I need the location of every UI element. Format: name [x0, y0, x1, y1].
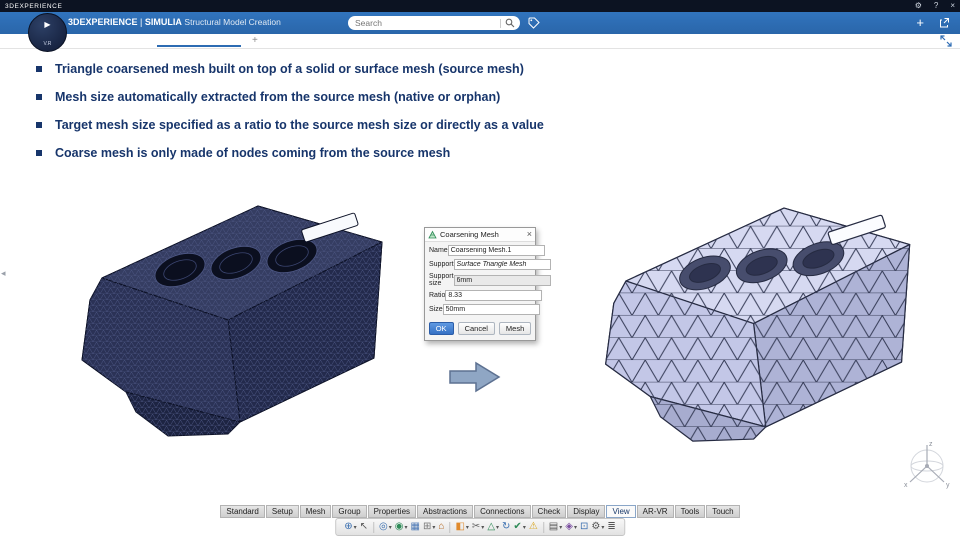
options-list-icon[interactable]: ≣ — [607, 520, 615, 534]
bullet-item: Triangle coarsened mesh built on top of … — [36, 62, 876, 76]
compass-widget[interactable]: ▶ V.R — [28, 13, 67, 52]
search-input[interactable] — [353, 17, 496, 29]
app-name: Structural Model Creation — [184, 17, 281, 27]
os-titlebar: 3DEXPERIENCE ⚙ ? × — [0, 0, 960, 12]
ribbon-tab-abstractions[interactable]: Abstractions — [417, 505, 474, 518]
materials-icon[interactable]: ◈ ▾ — [565, 520, 577, 534]
layers-icon[interactable]: ▤ ▾ — [549, 520, 562, 534]
field-label: Ratio — [429, 292, 446, 299]
dialog-field-support: Support — [429, 259, 551, 270]
zoom-tool-icon[interactable]: ⊕ ▾ — [344, 520, 356, 534]
bullet-item: Target mesh size specified as a ratio to… — [36, 118, 876, 132]
cancel-button[interactable]: Cancel — [457, 322, 495, 335]
ribbon-tab-standard[interactable]: Standard — [220, 505, 265, 518]
dialog-field-ratio: Ratio — [429, 290, 543, 301]
settings-gear-icon[interactable]: ⚙ ▾ — [591, 520, 604, 534]
ribbon-tab-properties[interactable]: Properties — [367, 505, 417, 518]
window-title: 3DEXPERIENCE — [5, 2, 63, 10]
ribbon-tab-view[interactable]: View — [606, 505, 636, 518]
bullet-item: Mesh size automatically extracted from t… — [36, 90, 876, 104]
help-icon[interactable]: ? — [934, 0, 938, 12]
ribbon-tab-check[interactable]: Check — [531, 505, 567, 518]
gear-icon[interactable]: ⚙ — [915, 0, 922, 12]
search-divider — [500, 18, 501, 28]
section-cut-icon[interactable]: ✂ ▾ — [472, 520, 484, 534]
coarsening-mesh-dialog: Coarsening Mesh × Name Support Support s… — [424, 227, 551, 341]
ok-button[interactable]: OK — [428, 322, 454, 335]
name-field[interactable] — [447, 245, 545, 256]
axis-triad[interactable]: z x y — [898, 438, 956, 496]
mesh-button[interactable]: Mesh — [498, 322, 532, 335]
ribbon-tab-connections[interactable]: Connections — [474, 505, 531, 518]
share-icon[interactable] — [938, 17, 950, 29]
app-header: 3DEXPERIENCE | SIMULIA Structural Model … — [0, 12, 960, 34]
center-view-icon[interactable]: ◎ ▾ — [379, 520, 392, 534]
app-title: 3DEXPERIENCE | SIMULIA Structural Model … — [68, 17, 281, 27]
app-window: 3DEXPERIENCE ⚙ ? × 3DEXPERIENCE | SIMULI… — [0, 0, 960, 540]
coarse-mesh-image — [605, 207, 911, 442]
mesh-icon — [428, 230, 437, 239]
support-field[interactable] — [453, 259, 551, 270]
add-content-icon[interactable]: + — [916, 13, 924, 33]
compass-label: V.R — [43, 41, 52, 47]
field-label: Name — [429, 247, 448, 254]
dialog-title: Coarsening Mesh — [440, 230, 499, 239]
explore-globe-icon[interactable]: ◉ ▾ — [395, 520, 408, 534]
dialog-field-size: Size — [429, 304, 540, 315]
dialog-field-support-size: Support size — [429, 273, 551, 287]
warnings-icon[interactable]: ⚠ — [529, 520, 538, 534]
search-icon[interactable] — [505, 18, 515, 28]
ribbon-tab-touch[interactable]: Touch — [706, 505, 740, 518]
search-box[interactable] — [348, 16, 520, 30]
ribbon-tab-tools[interactable]: Tools — [674, 505, 706, 518]
bottom-toolbar: ⊕ ▾ ↖ ◎ ▾ ◉ ▾ ▦ ⊞ ▾ ⌂ ◧ ▾ ✂ ▾ △ ▾ ↻ ✔ ▾ ⚠ ▤ ▾ ◈ ▾ ⊡ ⚙ ▾ ≣ — [335, 518, 625, 536]
field-label: Support — [429, 261, 454, 268]
capture-icon[interactable]: ⊡ — [580, 520, 588, 534]
view-layout-icon[interactable]: ⊞ ▾ — [423, 520, 435, 534]
home-view-icon[interactable]: ⌂ — [438, 520, 444, 534]
ribbon-tab-bar: Standard Setup Mesh Group Properties Abstract… — [0, 505, 960, 518]
ratio-field[interactable] — [445, 290, 543, 301]
brand-name: SIMULIA — [144, 17, 182, 27]
source-mesh-image — [81, 205, 383, 437]
transform-arrow — [449, 361, 501, 393]
title-separator: | — [140, 17, 143, 27]
field-label: Support size — [429, 273, 454, 287]
toolbar-separator — [449, 521, 451, 533]
ribbon-tab-mesh[interactable]: Mesh — [299, 505, 332, 518]
tag-icon[interactable] — [528, 17, 540, 29]
size-field[interactable] — [442, 304, 540, 315]
ribbon-tab-display[interactable]: Display — [567, 505, 606, 518]
axis-label-z: z — [929, 441, 933, 448]
active-tab-underline — [157, 45, 241, 47]
ribbon-tab-setup[interactable]: Setup — [265, 505, 299, 518]
panel-collapse-icon[interactable]: ◂ — [1, 268, 6, 279]
bullet-item: Coarse mesh is only made of nodes coming… — [36, 146, 876, 160]
dialog-close-icon[interactable]: × — [527, 229, 532, 240]
axis-label-y: y — [946, 482, 950, 489]
compass-play-icon[interactable]: ▶ — [29, 20, 66, 29]
product-name: 3DEXPERIENCE — [68, 17, 138, 27]
dialog-titlebar[interactable]: Coarsening Mesh × — [425, 228, 535, 242]
ribbon-tab-ar-vr[interactable]: AR-VR — [636, 505, 674, 518]
axis-label-x: x — [904, 482, 908, 489]
measure-icon[interactable]: △ ▾ — [487, 520, 499, 534]
field-label: Size — [429, 306, 443, 313]
multi-view-icon[interactable]: ▦ — [411, 520, 420, 534]
toolbar-separator — [542, 521, 544, 533]
toolbar-separator — [373, 521, 375, 533]
slide-bullet-list: Triangle coarsened mesh built on top of … — [36, 62, 876, 174]
document-tabstrip: + — [0, 34, 960, 49]
support-size-field[interactable] — [453, 274, 551, 286]
render-style-icon[interactable]: ◧ ▾ — [455, 520, 468, 534]
ribbon-tab-group[interactable]: Group — [332, 505, 367, 518]
check-quality-icon[interactable]: ✔ ▾ — [513, 520, 525, 534]
new-tab-button[interactable]: + — [252, 35, 258, 47]
close-icon[interactable]: × — [950, 0, 955, 12]
update-mesh-icon[interactable]: ↻ — [502, 520, 510, 534]
dialog-field-name: Name — [429, 245, 545, 256]
select-cursor-icon[interactable]: ↖ — [360, 520, 368, 534]
fullscreen-icon[interactable] — [940, 35, 952, 47]
